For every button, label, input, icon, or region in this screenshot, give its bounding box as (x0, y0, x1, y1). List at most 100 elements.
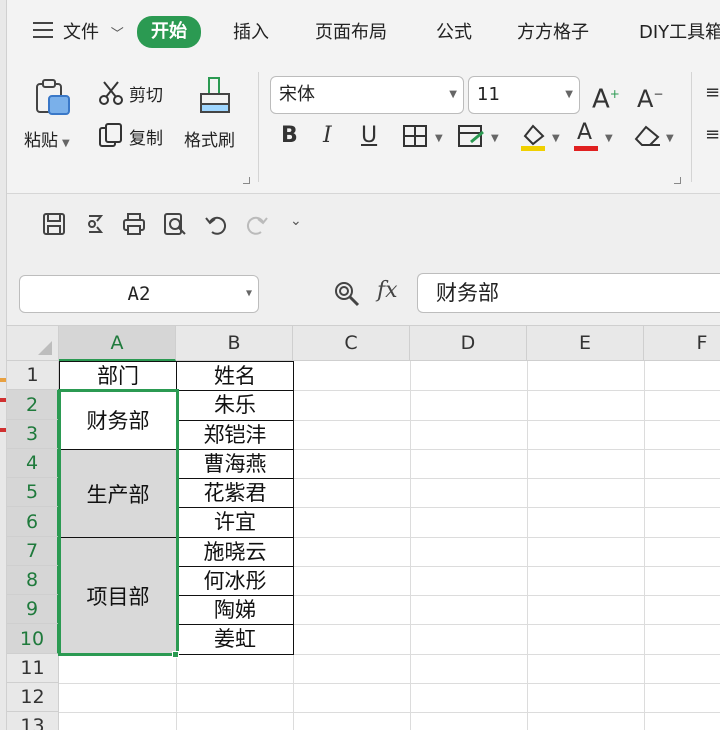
paste-label: 粘贴 (24, 131, 58, 151)
scissors-icon (99, 81, 123, 105)
row-header-7[interactable]: 7 (7, 537, 59, 566)
eraser-icon[interactable] (632, 123, 662, 149)
fill-color-icon[interactable] (519, 122, 547, 152)
row-header-12[interactable]: 12 (7, 683, 59, 712)
grid-line (59, 712, 720, 713)
name-box[interactable]: A2 ▼ (19, 275, 259, 313)
menu-ffcell[interactable]: 方方格子 (517, 18, 589, 48)
font-color-glyph: A (577, 120, 593, 145)
cell-a1[interactable]: 部门 (59, 361, 177, 391)
menu-file-label: 文件 (63, 22, 99, 43)
cut-button[interactable]: 剪切 (129, 81, 163, 106)
font-size-select[interactable]: 11 ▼ (468, 76, 580, 114)
paste-button[interactable]: 粘贴 ▼ (24, 126, 70, 151)
row-header-6[interactable]: 6 (7, 507, 59, 537)
row-header-3[interactable]: 3 (7, 420, 59, 449)
cell-b3[interactable]: 郑铠沣 (176, 420, 294, 450)
menu-home-tab[interactable]: 开始 (137, 16, 201, 48)
row-header-8[interactable]: 8 (7, 566, 59, 595)
column-header-e[interactable]: E (527, 326, 644, 361)
zoom-search-icon[interactable] (333, 280, 361, 308)
font-name-select[interactable]: 宋体 ▼ (270, 76, 464, 114)
copy-icon (99, 123, 122, 147)
caret-down-icon: ▼ (666, 133, 674, 144)
cell-b2[interactable]: 朱乐 (176, 390, 294, 421)
row-header-13[interactable]: 13 (7, 712, 59, 730)
format-painter-button[interactable]: 格式刷 (184, 126, 235, 151)
font-color-swatch (574, 146, 598, 151)
row-header-2[interactable]: 2 (7, 390, 59, 420)
format-painter-icon[interactable] (197, 76, 233, 116)
paste-icon[interactable] (33, 78, 71, 118)
customize-toolbar-icon[interactable]: ⌄ (290, 213, 302, 229)
font-group-launcher[interactable] (674, 177, 681, 184)
print-icon[interactable] (122, 212, 146, 236)
menu-formula[interactable]: 公式 (436, 18, 472, 48)
formula-content: 财务部 (436, 281, 499, 305)
bold-button[interactable]: B (281, 121, 298, 151)
cell-b9[interactable]: 陶娣 (176, 595, 294, 625)
cell-a4-merged[interactable]: 生产部 (59, 449, 177, 538)
chevron-down-icon: ﹀ (110, 27, 124, 42)
cell-b8[interactable]: 何冰彤 (176, 566, 294, 596)
decrease-font-size-icon[interactable]: A− (637, 79, 663, 114)
cell-b5[interactable]: 花紫君 (176, 478, 294, 508)
underline-button[interactable]: U (361, 121, 377, 151)
menu-diy-tools[interactable]: DIY工具箱 (639, 18, 720, 48)
cell-a2-merged[interactable]: 财务部 (59, 390, 177, 450)
undo-icon[interactable] (204, 212, 228, 236)
redo-icon[interactable] (245, 212, 269, 236)
align-left-icon[interactable]: ≡ (705, 120, 720, 150)
caret-down-icon: ▼ (491, 133, 499, 144)
clipboard-group-launcher[interactable] (243, 177, 250, 184)
row-header-10[interactable]: 10 (7, 624, 59, 654)
save-icon[interactable] (42, 212, 66, 236)
ribbon-separator (258, 72, 259, 182)
sheet-grid[interactable]: A B C D E F 1 2 3 4 5 6 7 8 9 10 11 12 1… (7, 326, 720, 730)
spreadsheet-window: 文件 ﹀ 开始 插入 页面布局 公式 方方格子 DIY工具箱 粘贴 ▼ 剪切 复… (0, 0, 720, 730)
formula-bar: A2 ▼ fx 财务部 (7, 252, 720, 326)
row-header-9[interactable]: 9 (7, 595, 59, 624)
copy-button[interactable]: 复制 (129, 124, 163, 149)
menu-insert[interactable]: 插入 (233, 18, 269, 48)
italic-button[interactable]: I (323, 121, 332, 151)
export-icon[interactable] (83, 212, 107, 236)
hamburger-menu-icon[interactable] (33, 22, 53, 38)
name-box-value: A2 (127, 283, 151, 305)
increase-font-size-icon[interactable]: A+ (592, 79, 620, 115)
cell-style-icon[interactable] (457, 124, 487, 148)
column-header-d[interactable]: D (410, 326, 527, 361)
fill-handle[interactable] (172, 651, 179, 658)
menu-page-layout[interactable]: 页面布局 (315, 18, 387, 48)
cell-b1[interactable]: 姓名 (176, 361, 294, 391)
ribbon-separator (691, 72, 692, 182)
font-color-button[interactable]: A (577, 118, 592, 148)
cell-b4[interactable]: 曹海燕 (176, 449, 294, 479)
column-header-a[interactable]: A (59, 326, 176, 361)
caret-down-icon: ▼ (565, 89, 573, 100)
cell-b6[interactable]: 许宜 (176, 507, 294, 538)
row-header-4[interactable]: 4 (7, 449, 59, 478)
row-header-5[interactable]: 5 (7, 478, 59, 507)
column-header-b[interactable]: B (176, 326, 293, 361)
borders-icon[interactable] (402, 124, 428, 148)
grid-line (410, 361, 411, 730)
row-header-1[interactable]: 1 (7, 361, 59, 390)
column-header-c[interactable]: C (293, 326, 410, 361)
select-all-corner[interactable] (7, 326, 59, 361)
align-top-icon[interactable]: ≡ (705, 78, 720, 108)
print-preview-icon[interactable] (163, 212, 187, 236)
cell-a7-merged[interactable]: 项目部 (59, 537, 177, 655)
menu-file[interactable]: 文件 ﹀ (63, 18, 124, 48)
menu-bar: 文件 ﹀ 开始 插入 页面布局 公式 方方格子 DIY工具箱 (7, 0, 720, 62)
cell-b10[interactable]: 姜虹 (176, 624, 294, 655)
grid-line (527, 361, 528, 730)
column-header-f[interactable]: F (644, 326, 720, 361)
row-header-11[interactable]: 11 (7, 654, 59, 683)
cell-b7[interactable]: 施晓云 (176, 537, 294, 567)
function-icon[interactable]: fx (377, 278, 398, 303)
caret-down-icon: ▼ (605, 133, 613, 144)
grid-line (644, 361, 645, 730)
formula-input[interactable]: 财务部 (417, 273, 720, 313)
quick-access-toolbar: ⌄ (7, 194, 720, 252)
